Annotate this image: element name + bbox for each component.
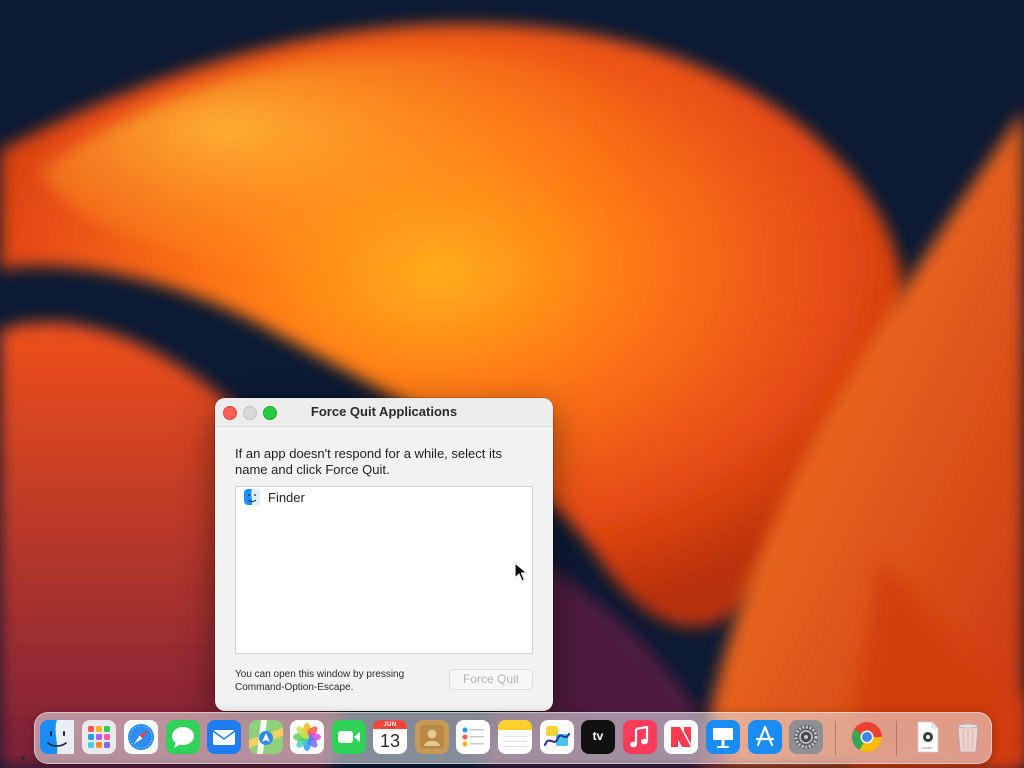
dock-item-messages[interactable]: [166, 720, 200, 754]
dock-item-news[interactable]: [664, 720, 698, 754]
calendar-month: JUN: [383, 722, 397, 728]
settings-icon: [789, 720, 823, 754]
freeform-icon: [540, 720, 574, 754]
instructions-text: If an app doesn't respond for a while, s…: [235, 446, 502, 477]
messages-icon: [166, 720, 200, 754]
dock-item-apple-tv[interactable]: tv: [581, 720, 615, 754]
news-icon: [664, 720, 698, 754]
dock-item-launchpad[interactable]: [82, 720, 116, 754]
dock: JUN 13 tv CONFIG: [34, 712, 992, 764]
dock-item-maps[interactable]: [249, 720, 283, 754]
facetime-icon: [332, 720, 366, 754]
maps-icon: [249, 720, 283, 754]
app-store-icon: [748, 720, 782, 754]
dock-item-finder[interactable]: [40, 720, 74, 754]
app-list[interactable]: Finder: [235, 486, 533, 654]
title-bar[interactable]: Force Quit Applications: [215, 398, 553, 427]
finder-icon: [40, 720, 74, 754]
force-quit-window: Force Quit Applications If an app doesn'…: [215, 398, 553, 711]
keynote-icon: [706, 720, 740, 754]
finder-running-indicator: [21, 756, 25, 760]
photos-icon: [290, 720, 324, 754]
document-label: CONFIG: [921, 746, 933, 750]
app-list-item[interactable]: Finder: [236, 487, 532, 507]
dock-item-freeform[interactable]: [540, 720, 574, 754]
app-name: Finder: [268, 490, 305, 505]
dock-item-system-settings[interactable]: [789, 720, 823, 754]
dock-item-document[interactable]: CONFIG: [910, 720, 944, 754]
shortcut-hint: You can open this window by pressing Com…: [235, 669, 405, 693]
dock-item-notes[interactable]: [498, 720, 532, 754]
safari-icon: [124, 720, 158, 754]
reminders-icon: [456, 720, 490, 754]
window-title: Force Quit Applications: [310, 404, 458, 419]
dock-item-reminders[interactable]: [456, 720, 490, 754]
dock-separator: [835, 721, 836, 755]
launchpad-icon: [82, 720, 116, 754]
mouse-pointer-icon: [514, 562, 528, 582]
calendar-day: 13: [379, 731, 401, 751]
music-icon: [623, 720, 657, 754]
dock-item-facetime[interactable]: [332, 720, 366, 754]
notes-icon: [498, 720, 532, 754]
dock-item-calendar[interactable]: JUN 13: [373, 720, 407, 754]
dock-item-keynote[interactable]: [706, 720, 740, 754]
dock-separator: [896, 721, 897, 755]
mail-icon: [207, 720, 241, 754]
dock-item-mail[interactable]: [207, 720, 241, 754]
dock-item-contacts[interactable]: [415, 720, 449, 754]
finder-icon: [244, 489, 260, 505]
chrome-icon: [851, 722, 882, 753]
trash-icon: [957, 723, 979, 753]
tv-label: tv: [592, 729, 604, 743]
dock-item-music[interactable]: [623, 720, 657, 754]
dock-item-photos[interactable]: [290, 720, 324, 754]
dock-item-safari[interactable]: [124, 720, 158, 754]
dock-item-trash[interactable]: [951, 720, 985, 754]
contacts-icon: [415, 720, 449, 754]
dock-item-app-store[interactable]: [748, 720, 782, 754]
force-quit-button[interactable]: Force Quit: [449, 669, 533, 690]
dock-item-chrome[interactable]: [850, 720, 884, 754]
